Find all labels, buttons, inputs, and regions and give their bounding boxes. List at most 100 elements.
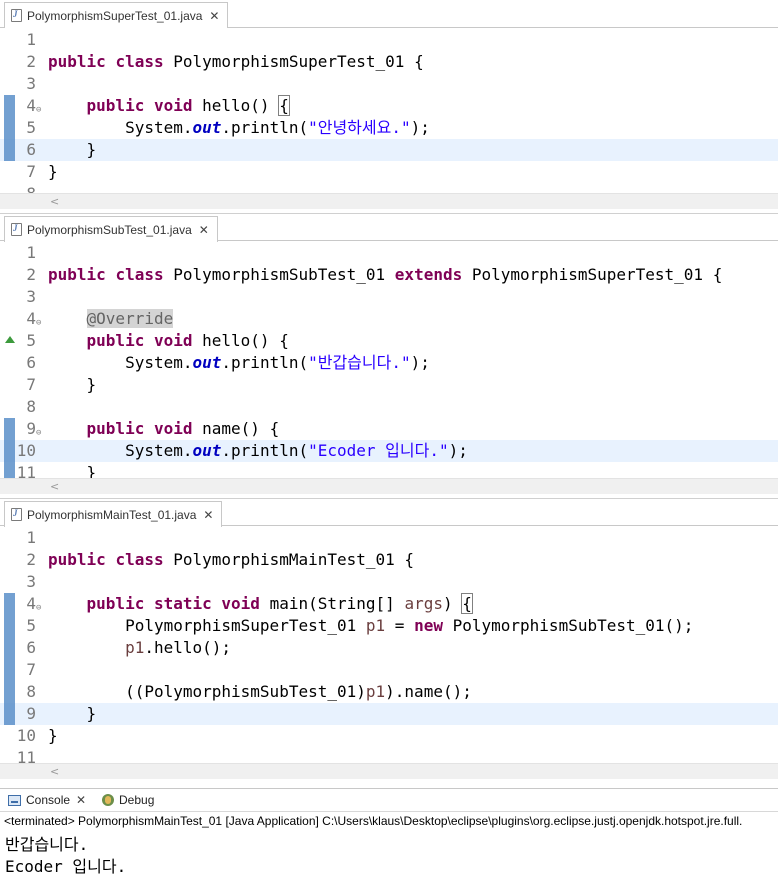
code-text: }	[48, 374, 97, 396]
code-line[interactable]: 10 System.out.println("Ecoder 입니다.");	[0, 440, 778, 462]
line-number: 2	[26, 265, 36, 284]
code-token: }	[48, 726, 58, 745]
code-area[interactable]: 1 2 public class PolymorphismSuperTest_01 …	[0, 28, 778, 203]
editor-main: PolymorphismMainTest_01.java ✕ 1 2 public …	[0, 498, 778, 788]
change-marker	[4, 95, 15, 117]
code-text: }	[48, 139, 97, 161]
line-gutter: 9 ⊖	[0, 418, 46, 440]
code-area[interactable]: 1 2 public class PolymorphismMainTest_01 {…	[0, 526, 778, 770]
code-line[interactable]: 8	[0, 396, 778, 418]
line-number: 6	[26, 638, 36, 657]
code-text: public class PolymorphismSubTest_01 exte…	[48, 264, 722, 286]
line-number: 1	[26, 30, 36, 49]
change-marker	[4, 593, 15, 615]
code-line[interactable]: 7	[0, 659, 778, 681]
tab-console[interactable]: Console ✕	[8, 793, 86, 807]
scroll-left-icon[interactable]: <	[50, 479, 59, 495]
field-token: out	[192, 441, 222, 460]
code-line[interactable]: 2 public class PolymorphismSubTest_01 ext…	[0, 264, 778, 286]
code-line[interactable]: 3	[0, 286, 778, 308]
code-line[interactable]: 8 ((PolymorphismSubTest_01)p1).name();	[0, 681, 778, 703]
code-line[interactable]: 1	[0, 242, 778, 264]
keyword-token: public	[86, 331, 145, 350]
tab-label: PolymorphismSuperTest_01.java	[27, 8, 203, 23]
code-text: ((PolymorphismSubTest_01)p1).name();	[48, 681, 472, 703]
line-number: 8	[26, 397, 36, 416]
variable-token: p1	[365, 616, 386, 635]
code-line[interactable]: 3	[0, 73, 778, 95]
code-line[interactable]: 4 ⊖ public void hello() {	[0, 95, 778, 117]
close-icon[interactable]: ✕	[76, 793, 86, 807]
code-line[interactable]: 1	[0, 527, 778, 549]
line-gutter: 8	[0, 681, 46, 703]
code-line[interactable]: 5 public void hello() {	[0, 330, 778, 352]
horizontal-scrollbar[interactable]: <	[0, 193, 778, 209]
keyword-token: class	[115, 550, 164, 569]
line-gutter: 3	[0, 73, 46, 95]
code-line[interactable]: 6 p1.hello();	[0, 637, 778, 659]
code-token: System.	[48, 441, 193, 460]
code-token: }	[48, 375, 97, 394]
editor-tabbar: PolymorphismMainTest_01.java ✕	[0, 498, 778, 527]
line-gutter: 7	[0, 374, 46, 396]
scroll-left-icon[interactable]: <	[50, 764, 59, 780]
code-line[interactable]: 7}	[0, 161, 778, 183]
code-token: PolymorphismSubTest_01();	[442, 616, 694, 635]
code-area[interactable]: 1 2 public class PolymorphismSubTest_01 ex…	[0, 241, 778, 484]
code-line[interactable]: 5 System.out.println("안녕하세요.");	[0, 117, 778, 139]
tab-super-test[interactable]: PolymorphismSuperTest_01.java ✕	[4, 2, 229, 28]
keyword-token: extends	[394, 265, 463, 284]
line-gutter: 4 ⊖	[0, 593, 46, 615]
code-line[interactable]: 9 ⊖ public void name() {	[0, 418, 778, 440]
code-line[interactable]: 3	[0, 571, 778, 593]
line-number: 9	[26, 419, 36, 438]
console-icon	[8, 794, 21, 806]
code-token: }	[48, 704, 97, 723]
code-line[interactable]: 2 public class PolymorphismSuperTest_01 {	[0, 51, 778, 73]
scroll-left-icon[interactable]: <	[50, 194, 59, 210]
console-output-line: 반갑습니다.	[5, 835, 89, 854]
change-marker	[4, 139, 15, 161]
horizontal-scrollbar[interactable]: <	[0, 763, 778, 779]
code-line[interactable]: 9 }	[0, 703, 778, 725]
code-line[interactable]: 6 }	[0, 139, 778, 161]
code-text: p1.hello();	[48, 637, 231, 659]
horizontal-scrollbar[interactable]: <	[0, 478, 778, 494]
keyword-token: public	[48, 52, 106, 71]
close-icon[interactable]: ✕	[199, 223, 209, 237]
close-icon[interactable]: ✕	[209, 9, 219, 23]
code-text: }	[48, 703, 97, 725]
code-line[interactable]: 2 public class PolymorphismMainTest_01 {	[0, 549, 778, 571]
java-file-icon	[11, 223, 22, 236]
brace-token: {	[461, 593, 473, 614]
line-number: 5	[26, 331, 36, 350]
tab-debug[interactable]: Debug	[102, 793, 154, 807]
code-line[interactable]: 4 ⊖ public static void main(String[] args…	[0, 593, 778, 615]
line-number: 1	[26, 528, 36, 547]
code-line[interactable]: 7 }	[0, 374, 778, 396]
code-text: public static void main(String[] args) {	[48, 593, 473, 615]
code-line[interactable]: 10}	[0, 725, 778, 747]
line-number: 6	[26, 140, 36, 159]
code-token: main(String[]	[259, 594, 405, 613]
code-token: .println(	[221, 118, 309, 137]
code-token: hello() {	[192, 331, 289, 350]
tab-sub-test[interactable]: PolymorphismSubTest_01.java ✕	[4, 216, 218, 242]
code-line[interactable]: 6 System.out.println("반갑습니다.");	[0, 352, 778, 374]
change-marker	[4, 681, 15, 703]
java-file-icon	[11, 9, 22, 22]
close-icon[interactable]: ✕	[203, 508, 213, 522]
code-line[interactable]: 4 ⊖ @Override	[0, 308, 778, 330]
line-number: 3	[26, 287, 36, 306]
code-line[interactable]: 5 PolymorphismSuperTest_01 p1 = new Poly…	[0, 615, 778, 637]
variable-token: p1	[365, 682, 386, 701]
line-number: 2	[26, 52, 36, 71]
tab-main-test[interactable]: PolymorphismMainTest_01.java ✕	[4, 501, 223, 527]
code-line[interactable]: 1	[0, 29, 778, 51]
